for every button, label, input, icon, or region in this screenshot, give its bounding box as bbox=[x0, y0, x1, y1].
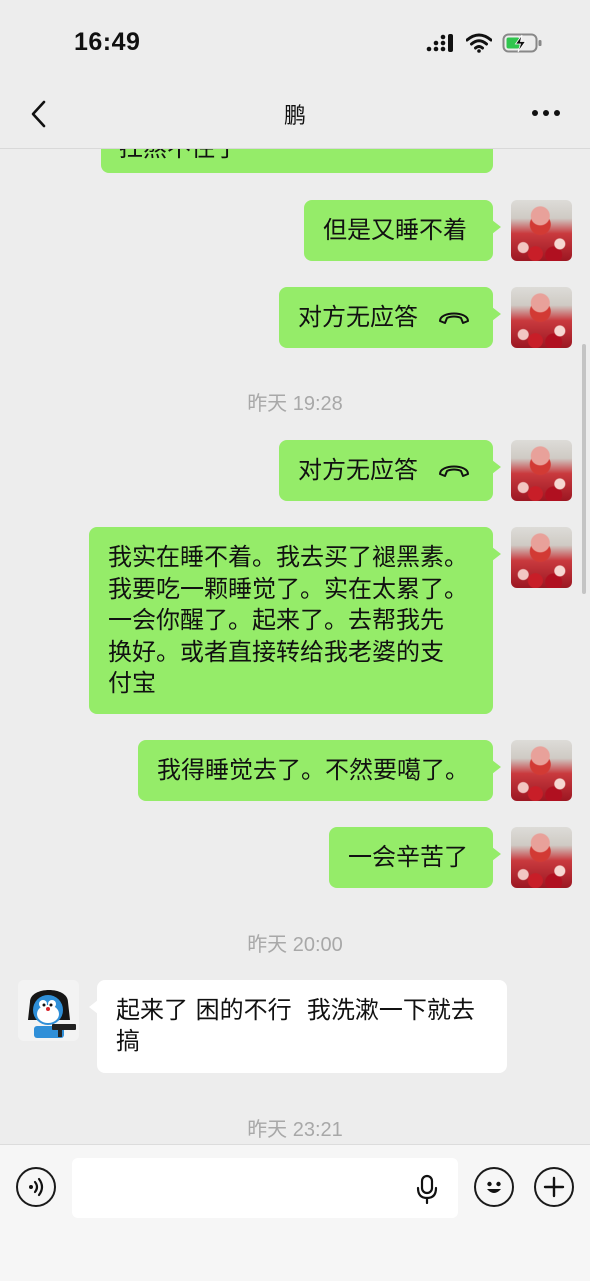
my-avatar[interactable] bbox=[511, 287, 572, 348]
emoji-icon bbox=[487, 1181, 501, 1193]
message-bubble-sent[interactable]: 我得睡觉去了。不然要噶了。 bbox=[138, 740, 501, 801]
message-text: 扛熬不住了 bbox=[119, 148, 239, 162]
message-text: 但是又睡不着 bbox=[323, 216, 467, 244]
my-avatar[interactable] bbox=[511, 440, 572, 501]
phone-hangup-icon bbox=[439, 465, 469, 477]
message-line: 搞 bbox=[116, 1027, 140, 1055]
more-button[interactable] bbox=[528, 98, 564, 128]
my-avatar[interactable] bbox=[511, 200, 572, 261]
phone-hangup-icon bbox=[439, 312, 469, 324]
message-timestamp: 昨天 23:21 bbox=[247, 1119, 343, 1141]
message-line: 我要吃一颗睡觉了。实在太累了。 bbox=[108, 574, 468, 603]
voice-mode-icon bbox=[29, 1177, 44, 1197]
message-text: 我得睡觉去了。不然要噶了。 bbox=[157, 756, 469, 784]
status-time: 16:49 bbox=[74, 28, 141, 56]
chat-header: 鹏 bbox=[0, 80, 590, 149]
signal-icon bbox=[426, 34, 453, 52]
status-icons bbox=[426, 32, 544, 54]
message-bubble-received[interactable]: 起来了 困的不行 我洗漱一下就去 搞 bbox=[89, 980, 507, 1073]
message-line: 起来了 困的不行 我洗漱一下就去 bbox=[116, 996, 475, 1024]
plus-icon bbox=[543, 1176, 565, 1198]
message-bubble-sent[interactable]: 我实在睡不着。我去买了褪黑素。 我要吃一颗睡觉了。实在太累了。 一会你醒了。起来… bbox=[89, 527, 501, 714]
message-line: 一会你醒了。起来了。去帮我先 bbox=[108, 606, 444, 634]
plus-button[interactable] bbox=[534, 1167, 574, 1207]
doraemon-avatar-image bbox=[18, 980, 79, 1041]
my-avatar[interactable] bbox=[511, 527, 572, 588]
message-timestamp: 昨天 20:00 bbox=[247, 934, 343, 956]
message-input[interactable] bbox=[72, 1158, 458, 1218]
message-line: 付宝 bbox=[108, 669, 156, 697]
my-avatar[interactable] bbox=[511, 827, 572, 888]
message-timestamp: 昨天 19:28 bbox=[247, 393, 343, 415]
message-bubble-sent[interactable]: 但是又睡不着 bbox=[304, 200, 501, 261]
scrollbar[interactable] bbox=[582, 344, 586, 594]
emoji-button[interactable] bbox=[474, 1167, 514, 1207]
battery-charging-icon bbox=[502, 33, 542, 53]
my-avatar[interactable] bbox=[511, 740, 572, 801]
input-toolbar bbox=[0, 1144, 590, 1281]
message-line: 我实在睡不着。我去买了褪黑素。 bbox=[108, 543, 468, 571]
call-record-bubble[interactable]: 对方无应答 bbox=[279, 287, 501, 348]
message-line: 换好。或者直接转给我老婆的支 bbox=[108, 637, 444, 666]
contact-avatar[interactable] bbox=[18, 980, 79, 1041]
call-status-text: 对方无应答 bbox=[298, 303, 418, 331]
microphone-icon bbox=[416, 1174, 438, 1205]
wifi-icon bbox=[466, 33, 492, 53]
status-bar: 16:49 bbox=[0, 0, 590, 80]
chat-title: 鹏 bbox=[283, 104, 306, 129]
more-dots-icon bbox=[532, 110, 560, 116]
message-bubble-sent[interactable]: 一会辛苦了 bbox=[329, 827, 501, 888]
voice-mode-button[interactable] bbox=[16, 1167, 56, 1207]
chat-message-list[interactable]: 扛熬不住了 但是又睡不着 对方无应答 昨天 19:28 对方无应答 我实在睡不着… bbox=[0, 148, 590, 1144]
call-record-bubble[interactable]: 对方无应答 bbox=[279, 440, 501, 501]
message-bubble-sent[interactable]: 扛熬不住了 bbox=[101, 148, 493, 173]
call-status-text: 对方无应答 bbox=[298, 456, 418, 484]
microphone-button[interactable] bbox=[416, 1174, 438, 1208]
message-text: 一会辛苦了 bbox=[348, 843, 468, 871]
